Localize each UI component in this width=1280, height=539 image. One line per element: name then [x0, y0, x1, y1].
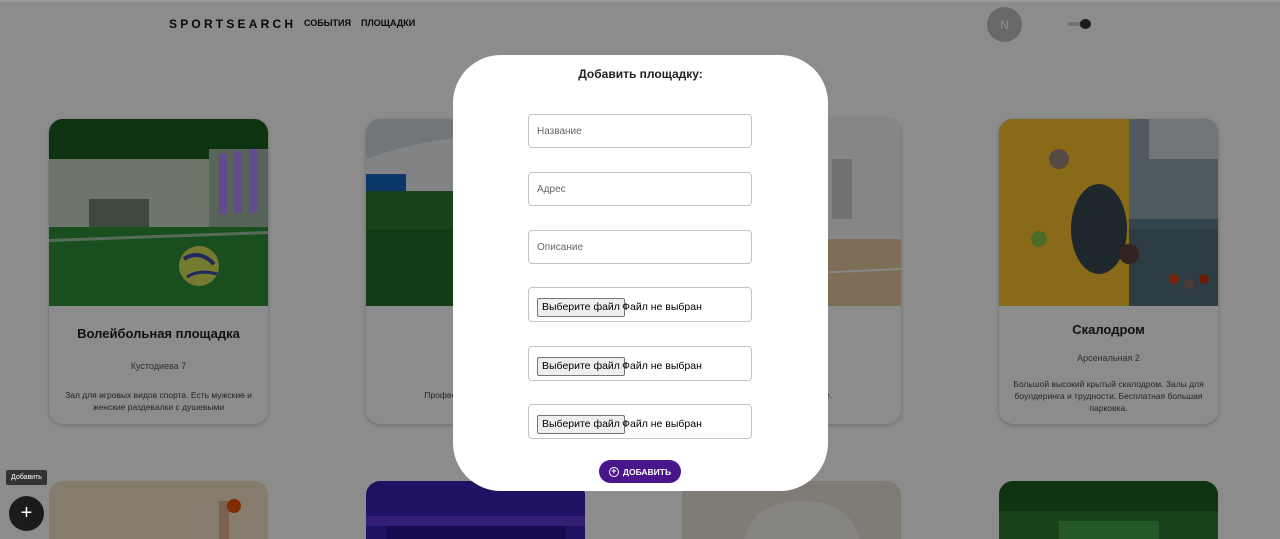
description-input[interactable]: [529, 231, 751, 263]
file-status: Файл не выбран: [622, 418, 702, 430]
file-input-1: Выберите файл Файл не выбран: [528, 287, 752, 322]
address-field[interactable]: [528, 172, 752, 206]
name-input[interactable]: [529, 115, 751, 147]
name-field[interactable]: [528, 114, 752, 148]
file-input-2: Выберите файл Файл не выбран: [528, 346, 752, 381]
choose-file-button[interactable]: Выберите файл: [537, 415, 625, 434]
address-input[interactable]: [529, 173, 751, 205]
file-status: Файл не выбран: [622, 360, 702, 372]
add-tooltip: Добавить: [6, 470, 47, 485]
choose-file-button[interactable]: Выберите файл: [537, 298, 625, 317]
page: SPORTSEARCH СОБЫТИЯ ПЛОЩАДКИ N Волейболь…: [0, 0, 1280, 539]
description-field[interactable]: [528, 230, 752, 264]
dialog-title: Добавить площадку:: [578, 67, 703, 81]
submit-add-button[interactable]: + ДОБАВИТЬ: [599, 460, 681, 483]
file-input-3: Выберите файл Файл не выбран: [528, 404, 752, 439]
file-status: Файл не выбран: [622, 301, 702, 313]
plus-circle-icon: +: [608, 466, 619, 477]
choose-file-button[interactable]: Выберите файл: [537, 357, 625, 376]
add-venue-dialog: Добавить площадку: Выберите файл Файл не…: [453, 55, 828, 491]
add-button[interactable]: +: [9, 496, 44, 531]
plus-icon: +: [20, 502, 33, 524]
submit-label: ДОБАВИТЬ: [622, 466, 672, 477]
